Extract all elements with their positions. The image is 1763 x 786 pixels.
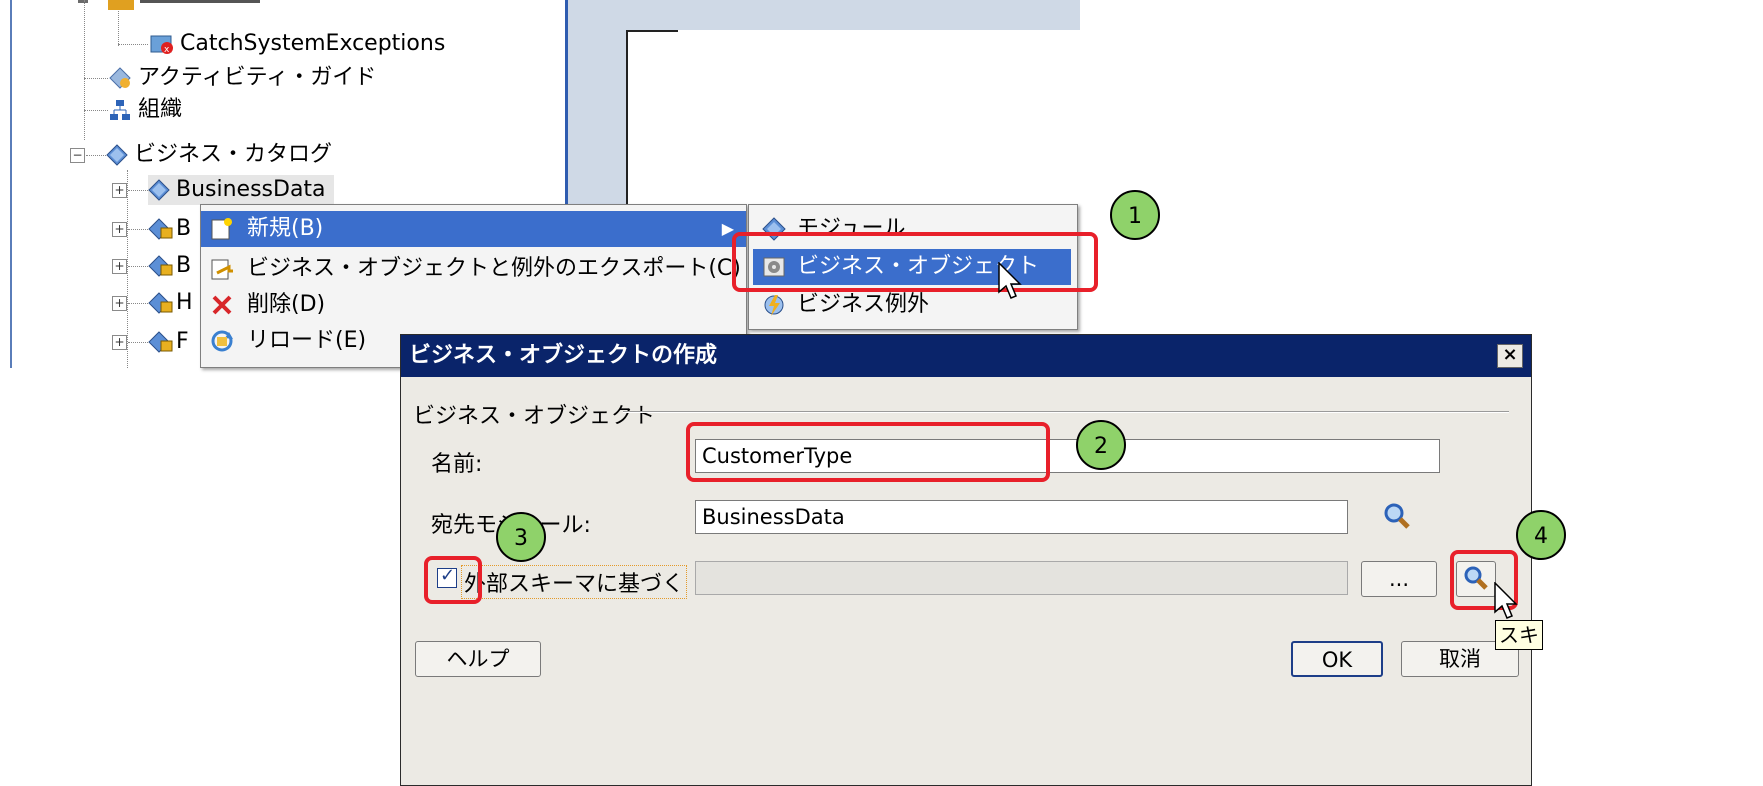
activity-guide-icon bbox=[108, 66, 132, 90]
tree-item-businessdata[interactable]: BusinessData bbox=[148, 175, 334, 205]
expand-icon[interactable]: + bbox=[112, 222, 127, 237]
expand-icon[interactable]: + bbox=[112, 259, 127, 274]
tree-item-organization[interactable]: 組織 bbox=[108, 95, 182, 125]
tree-item-locked-module[interactable]: H bbox=[148, 288, 193, 318]
mouse-pointer-icon bbox=[998, 261, 1024, 300]
export-icon bbox=[209, 257, 235, 281]
menu-item-label: ビジネス・オブジェクトと例外のエクスポート(C) bbox=[247, 256, 741, 281]
search-icon[interactable] bbox=[1381, 500, 1413, 532]
process-icon: x bbox=[150, 32, 174, 56]
external-schema-label: 外部スキーマに基づく bbox=[461, 565, 688, 599]
tree-guide bbox=[84, 0, 85, 140]
menu-item-export[interactable]: ビジネス・オブジェクトと例外のエクスポート(C) bbox=[201, 251, 746, 287]
tree-item-business-catalog[interactable]: ビジネス・カタログ bbox=[106, 140, 332, 170]
tree-item-locked-module[interactable]: F bbox=[148, 327, 189, 357]
tooltip: スキ bbox=[1495, 620, 1543, 650]
menu-item-label: 新規(B) bbox=[247, 216, 324, 241]
delete-icon bbox=[209, 293, 235, 317]
tree-border bbox=[10, 0, 12, 368]
collapse-icon[interactable]: − bbox=[70, 148, 85, 163]
tree-guide bbox=[128, 266, 148, 267]
business-exception-icon bbox=[761, 293, 787, 317]
mouse-pointer-icon bbox=[1494, 581, 1520, 620]
module-icon bbox=[148, 179, 170, 201]
create-business-object-dialog: ビジネス・オブジェクトの作成 × ビジネス・オブジェクト 名前: Custome… bbox=[400, 334, 1532, 786]
tree-guide bbox=[128, 303, 148, 304]
dialog-title-bar[interactable]: ビジネス・オブジェクトの作成 × bbox=[401, 335, 1531, 377]
tree-item-label: アクティビティ・ガイド bbox=[138, 65, 377, 90]
expand-icon[interactable]: + bbox=[112, 335, 127, 350]
tree-guide bbox=[78, 0, 88, 3]
locked-module-icon bbox=[148, 218, 173, 240]
browse-button[interactable]: ... bbox=[1361, 561, 1437, 597]
group-label: ビジネス・オブジェクト bbox=[413, 404, 656, 429]
tree-guide bbox=[84, 110, 108, 111]
tree-guide bbox=[128, 229, 148, 230]
group-separator bbox=[623, 411, 1509, 413]
callout-3: 3 bbox=[496, 512, 546, 562]
tree-item-locked-module[interactable]: B bbox=[148, 251, 191, 281]
callout-2: 2 bbox=[1076, 420, 1126, 470]
locked-module-icon bbox=[148, 292, 173, 314]
menu-item-label: リロード(E) bbox=[247, 328, 367, 353]
locked-module-icon bbox=[148, 255, 173, 277]
help-button[interactable]: ヘルプ bbox=[415, 641, 541, 677]
close-button[interactable]: × bbox=[1497, 344, 1523, 368]
destination-module-input[interactable]: BusinessData bbox=[695, 500, 1348, 534]
tree-guide bbox=[128, 190, 148, 191]
menu-item-new[interactable]: 新規(B) ▶ bbox=[201, 211, 746, 247]
highlight-box bbox=[424, 556, 482, 604]
menu-item-delete[interactable]: 削除(D) bbox=[201, 287, 746, 323]
clipped-tree-label bbox=[140, 0, 260, 11]
ok-button[interactable]: OK bbox=[1291, 641, 1383, 677]
tree-item-label: ビジネス・カタログ bbox=[134, 142, 333, 167]
name-label: 名前: bbox=[431, 452, 483, 477]
tree-guide bbox=[118, 44, 148, 45]
tree-item-locked-module[interactable]: B bbox=[148, 214, 191, 244]
expand-icon[interactable]: + bbox=[112, 183, 127, 198]
tree-item-label: H bbox=[176, 290, 193, 315]
business-catalog-icon bbox=[106, 144, 128, 166]
tree-guide bbox=[128, 342, 148, 343]
schema-path-input bbox=[695, 561, 1348, 595]
locked-module-icon bbox=[148, 331, 173, 353]
expand-icon[interactable]: + bbox=[112, 296, 127, 311]
tree-item-label: B bbox=[176, 253, 192, 278]
callout-1: 1 bbox=[1110, 190, 1160, 240]
folder-icon bbox=[108, 0, 134, 10]
tree-item-label: BusinessData bbox=[176, 177, 326, 202]
tree-item-label: 組織 bbox=[138, 97, 183, 122]
submenu-item-label: ビジネス例外 bbox=[797, 292, 930, 317]
tree-item-label: F bbox=[176, 329, 189, 354]
callout-4: 4 bbox=[1516, 510, 1566, 560]
canvas-header-band bbox=[568, 0, 1080, 31]
tree-guide bbox=[84, 78, 108, 79]
tree-guide bbox=[127, 170, 128, 368]
reload-icon bbox=[209, 329, 235, 353]
highlight-box bbox=[686, 422, 1050, 482]
organization-icon bbox=[108, 98, 132, 122]
dialog-title: ビジネス・オブジェクトの作成 bbox=[409, 343, 718, 368]
new-icon bbox=[209, 217, 235, 241]
svg-text:x: x bbox=[164, 45, 170, 55]
tree-item-label: CatchSystemExceptions bbox=[180, 31, 446, 56]
highlight-box bbox=[732, 232, 1098, 292]
tree-item-label: B bbox=[176, 216, 192, 241]
tree-item-activity-guide[interactable]: アクティビティ・ガイド bbox=[108, 63, 376, 93]
tree-guide bbox=[86, 155, 106, 156]
menu-item-label: 削除(D) bbox=[247, 292, 326, 317]
tree-item-catch-system-exceptions[interactable]: x CatchSystemExceptions bbox=[150, 29, 445, 59]
